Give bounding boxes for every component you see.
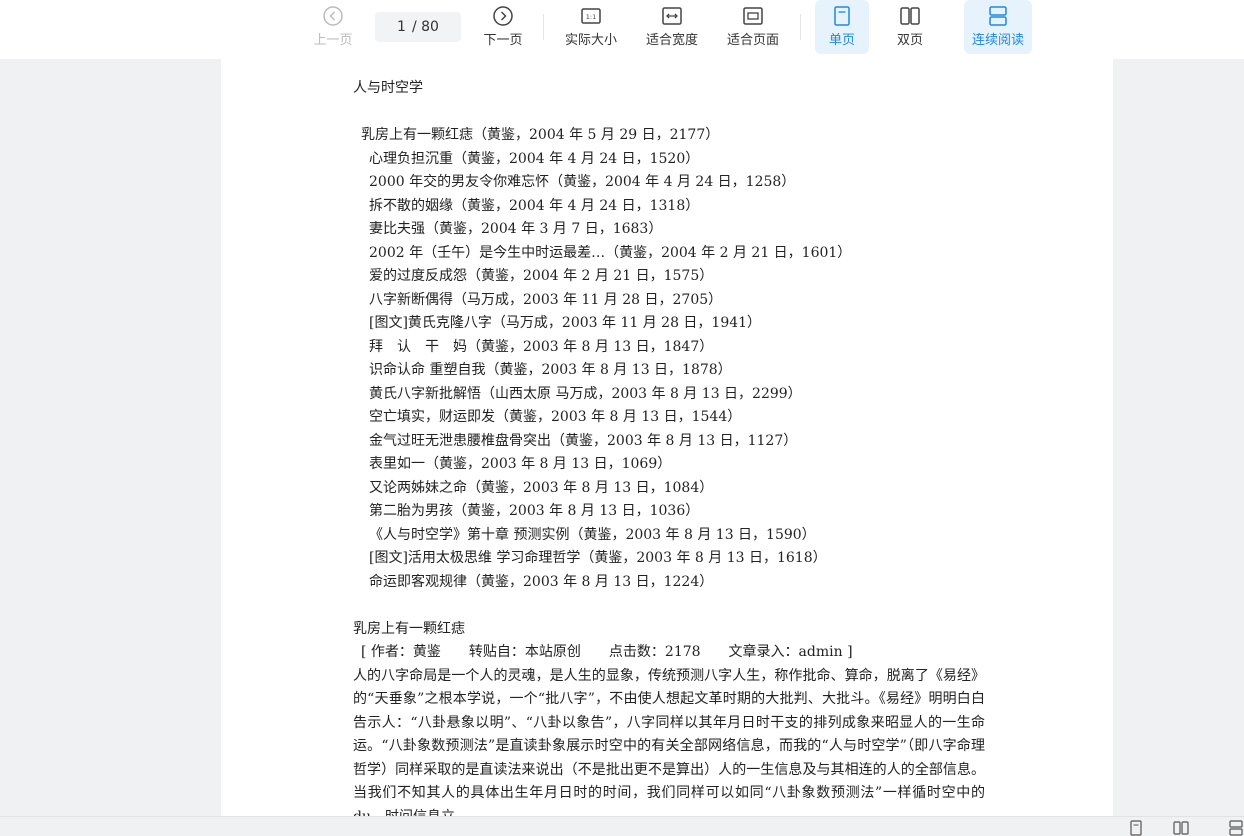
double-page-button[interactable]: 双页 [883,0,937,54]
single-page-button[interactable]: 单页 [815,0,869,54]
toc-item[interactable]: 金气过旺无泄患腰椎盘骨突出（黄鉴，2003 年 8 月 13 日，1127） [353,430,993,454]
toolbar-divider [800,14,801,40]
fit-width-icon [662,7,682,25]
toc-item[interactable]: 拆不散的姻缘（黄鉴，2004 年 4 月 24 日，1318） [353,195,993,219]
fit-page-label: 适合页面 [726,33,779,48]
toc-item[interactable]: 黄氏八字新批解悟（山西太原 马万成，2003 年 8 月 13 日，2299） [353,383,993,407]
article-body: 人的八字命局是一个人的灵魂，是人生的显象，传统预测八字人生，称作批命、算命，脱离… [353,667,985,820]
document-title: 人与时空学 [353,80,423,96]
toc-item[interactable]: 表里如一（黄鉴，2003 年 8 月 13 日，1069） [353,453,993,477]
prev-page-button[interactable]: 上一页 [310,0,356,54]
toc-item[interactable]: [图文]活用太极思维 学习命理哲学（黄鉴，2003 年 8 月 13 日，161… [353,547,993,571]
toolbar-divider [543,14,544,40]
continuous-reading-label: 连续阅读 [971,33,1024,48]
single-page-label: 单页 [828,33,855,48]
actual-size-button[interactable]: 1:1 实际大小 [560,0,622,54]
toc-item[interactable]: 乳房上有一颗红痣（黄鉴，2004 年 5 月 29 日，2177） [353,124,993,148]
chevron-right-circle-icon [493,6,513,26]
article-title: 乳房上有一颗红痣 [353,620,465,637]
toc-item[interactable]: 八字新断偶得（马万成，2003 年 11 月 28 日，2705） [353,289,993,313]
document-page: 人与时空学 乳房上有一颗红痣（黄鉴，2004 年 5 月 29 日，2177） … [221,59,1113,819]
double-page-icon [900,7,920,25]
fit-page-button[interactable]: 适合页面 [722,0,784,54]
toolbar: 上一页 1 / 80 下一页 1:1 实际大小 适合宽度 适合页面 单页 双页 … [0,0,1244,59]
continuous-reading-button[interactable]: 连续阅读 [964,0,1032,54]
chevron-left-circle-icon [323,6,343,26]
single-page-icon[interactable] [1128,820,1144,836]
actual-size-label: 实际大小 [564,33,617,48]
toc-item[interactable]: 第二胎为男孩（黄鉴，2003 年 8 月 13 日，1036） [353,500,993,524]
document-content: 人与时空学 乳房上有一颗红痣（黄鉴，2004 年 5 月 29 日，2177） … [353,77,993,819]
toc-item[interactable]: [图文]黄氏克隆八字（马万成，2003 年 11 月 28 日，1941） [353,312,993,336]
toc-item[interactable]: 心理负担沉重（黄鉴，2004 年 4 月 24 日，1520） [353,148,993,172]
page-total: / 80 [411,19,439,35]
article-meta: [ 作者：黄鉴 转贴自：本站原创 点击数：2178 文章录入：admin ] [361,644,853,660]
next-page-label: 下一页 [483,33,523,48]
actual-size-icon: 1:1 [581,8,601,24]
page-indicator[interactable]: 1 / 80 [375,12,461,42]
status-bar [0,816,1244,836]
toc-item[interactable]: 命运即客观规律（黄鉴，2003 年 8 月 13 日，1224） [353,571,993,595]
toc-item[interactable]: 识命认命 重塑自我（黄鉴，2003 年 8 月 13 日，1878） [353,359,993,383]
continuous-reading-icon[interactable] [1228,820,1244,836]
actual-size-icon-text: 1:1 [586,13,596,21]
single-page-icon [834,6,850,26]
toc-item[interactable]: 《人与时空学》第十章 预测实例（黄鉴，2003 年 8 月 13 日，1590） [353,524,993,548]
toc-item[interactable]: 又论两姊妹之命（黄鉴，2003 年 8 月 13 日，1084） [353,477,993,501]
next-page-button[interactable]: 下一页 [480,0,526,54]
fit-page-icon [743,7,763,25]
toc-item[interactable]: 拜 认 干 妈（黄鉴，2003 年 8 月 13 日，1847） [353,336,993,360]
continuous-reading-icon [989,6,1007,26]
toc-item[interactable]: 空亡填实，财运即发（黄鉴，2003 年 8 月 13 日，1544） [353,406,993,430]
double-page-icon[interactable] [1173,820,1189,836]
fit-width-button[interactable]: 适合宽度 [641,0,703,54]
toc-item[interactable]: 妻比夫强（黄鉴，2004 年 3 月 7 日，1683） [353,218,993,242]
page-current-input[interactable]: 1 [397,19,406,35]
toc-item[interactable]: 2002 年（壬午）是今生中时运最差…（黄鉴，2004 年 2 月 21 日，1… [353,242,993,266]
prev-page-label: 上一页 [313,33,353,48]
toc-item[interactable]: 2000 年交的男友令你难忘怀（黄鉴，2004 年 4 月 24 日，1258） [353,171,993,195]
double-page-label: 双页 [896,33,923,48]
toc-item[interactable]: 爱的过度反成怨（黄鉴，2004 年 2 月 21 日，1575） [353,265,993,289]
fit-width-label: 适合宽度 [645,33,698,48]
